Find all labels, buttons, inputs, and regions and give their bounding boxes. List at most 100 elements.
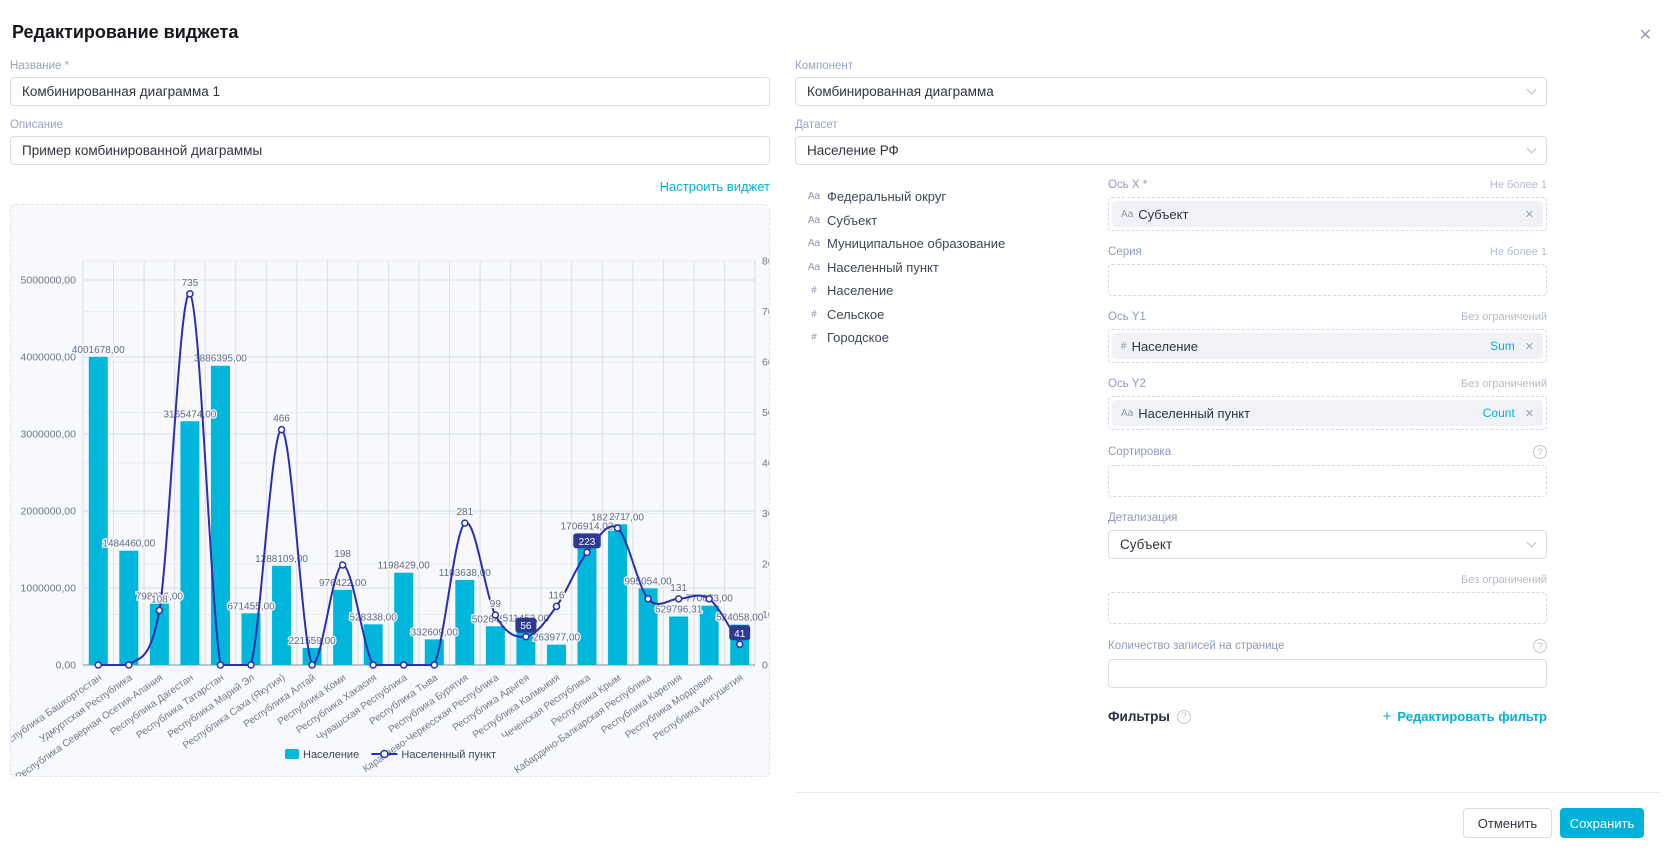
dataset-field-item[interactable]: Aa Федеральный округ [805,185,1005,209]
axis-y2-chip[interactable]: Aa Населенный пункт Count ✕ [1112,400,1543,426]
dataset-field-item[interactable]: AaМуниципальное образование [805,232,1005,256]
axis-x-chip[interactable]: Aa Субъект ✕ [1112,201,1543,227]
dataset-field-label: Федеральный округ [827,189,946,204]
cancel-button[interactable]: Отменить [1463,808,1552,838]
dataset-field-label: Население [827,283,893,298]
x-axis-labels: Республика БашкортостанУдмуртская Респуб… [11,671,745,776]
component-select[interactable]: Комбинированная диаграмма [795,77,1547,106]
svg-text:300: 300 [762,508,769,520]
bar [119,551,138,665]
axis-x-dropzone[interactable]: Aa Субъект ✕ [1108,197,1547,231]
number-field-icon: # [1121,341,1127,352]
description-input[interactable]: Пример комбинированной диаграммы [10,136,770,165]
svg-text:3165474,00: 3165474,00 [163,409,216,420]
bar-labels: 4001678,001484460,00798076,003165474,003… [72,345,764,647]
edit-filter-link[interactable]: + Редактировать фильтр [1383,708,1547,725]
filters-label: Фильтры [1108,709,1170,724]
text-field-icon: Aa [1121,209,1133,220]
svg-text:0,00: 0,00 [56,660,77,672]
svg-text:671455,00: 671455,00 [227,601,275,612]
configure-widget-link[interactable]: Настроить виджет [660,179,770,194]
svg-text:995054,00: 995054,00 [624,576,672,587]
axis-y1-dropzone[interactable]: # Население Sum ✕ [1108,329,1547,363]
bar [486,626,505,665]
remove-icon[interactable]: ✕ [1525,407,1534,420]
sorting-dropzone[interactable] [1108,465,1547,497]
svg-text:108: 108 [151,594,168,605]
svg-text:4000000,00: 4000000,00 [21,352,77,364]
svg-text:976422,00: 976422,00 [319,578,367,589]
axes-column: Ось X * Не более 1 Aa Субъект ✕ [1108,179,1547,725]
config-area: AaФедеральный округAaСубъектAaМуниципаль… [795,179,1547,739]
number-field-icon: # [805,285,823,296]
dataset-field-item[interactable]: AaНаселенный пункт [805,256,1005,280]
number-field-icon: # [805,332,823,343]
dataset-label: Датасет [795,119,1547,131]
dataset-field-item[interactable]: #Городское [805,326,1005,350]
help-icon[interactable]: ? [1533,445,1547,459]
svg-text:3886395,00: 3886395,00 [194,354,247,365]
close-icon[interactable]: ✕ [1639,28,1652,44]
component-value: Комбинированная диаграмма [807,84,994,99]
dataset-field-item[interactable]: AaСубъект [805,209,1005,233]
aggregation-sum[interactable]: Sum [1490,339,1515,353]
svg-text:116: 116 [548,590,564,601]
axis-y2-dropzone[interactable]: Aa Населенный пункт Count ✕ [1108,396,1547,430]
page-size-input[interactable] [1108,659,1547,688]
help-icon[interactable]: ? [1533,639,1547,653]
legend-item-population[interactable]: Население [285,749,359,761]
bar [547,645,566,665]
text-field-icon: Aa [805,262,823,273]
bar [394,573,413,665]
sorting-label: Сортировка [1108,446,1171,458]
left-column: Название * Комбинированная диаграмма 1 О… [10,60,770,777]
svg-text:0: 0 [762,660,768,672]
chevron-down-icon [1527,144,1537,154]
text-field-icon: Aa [805,191,823,202]
axis-y1-chip[interactable]: # Население Sum ✕ [1112,333,1543,359]
remove-icon[interactable]: ✕ [1525,208,1534,221]
aggregation-count[interactable]: Count [1483,406,1515,420]
save-button[interactable]: Сохранить [1560,808,1644,838]
detail-select[interactable]: Субъект [1108,530,1547,559]
plus-icon: + [1383,708,1392,725]
dataset-select[interactable]: Население РФ [795,136,1547,165]
dataset-field-label: Сельское [827,307,884,322]
svg-text:500: 500 [762,407,769,419]
svg-text:1484460,00: 1484460,00 [102,539,155,550]
right-column: Компонент Комбинированная диаграмма Дата… [795,60,1547,739]
svg-text:41: 41 [734,629,746,640]
svg-text:198: 198 [334,549,351,560]
svg-text:271: 271 [609,512,626,523]
series-dropzone[interactable] [1108,264,1547,296]
svg-text:332609,00: 332609,00 [411,627,459,638]
svg-text:2000000,00: 2000000,00 [21,506,77,518]
detail-label: Детализация [1108,512,1177,524]
help-icon[interactable]: ? [1177,710,1191,724]
axis-x-constraint: Не более 1 [1490,179,1547,191]
dataset-field-item[interactable]: # Сельское [805,303,1005,327]
bar [89,357,108,665]
number-field-icon: # [805,309,823,320]
remove-icon[interactable]: ✕ [1525,340,1534,353]
text-field-icon: Aa [805,238,823,249]
bar [272,566,291,665]
svg-text:466: 466 [273,414,290,425]
name-input[interactable]: Комбинированная диаграмма 1 [10,77,770,106]
series-constraint: Не более 1 [1490,246,1547,258]
bar [333,590,352,665]
dataset-field-item[interactable]: # Население [805,279,1005,303]
component-label: Компонент [795,60,1547,72]
svg-text:4001678,00: 4001678,00 [72,345,125,356]
bar [669,617,688,665]
chart-preview-panel: 5000000,004000000,003000000,002000000,00… [10,204,770,777]
axis-y1-constraint: Без ограничений [1461,311,1547,323]
svg-text:263977,00: 263977,00 [533,633,581,644]
svg-text:221559,00: 221559,00 [288,636,336,647]
text-field-icon: Aa [1121,408,1133,419]
svg-text:700: 700 [762,306,769,318]
page-size-label: Количество записей на странице [1108,640,1284,652]
extra-dropzone[interactable] [1108,592,1547,624]
dataset-fields-list: Aa Федеральный округ AaСубъектAaМуниципаль… [805,185,1005,350]
bar [608,524,627,665]
